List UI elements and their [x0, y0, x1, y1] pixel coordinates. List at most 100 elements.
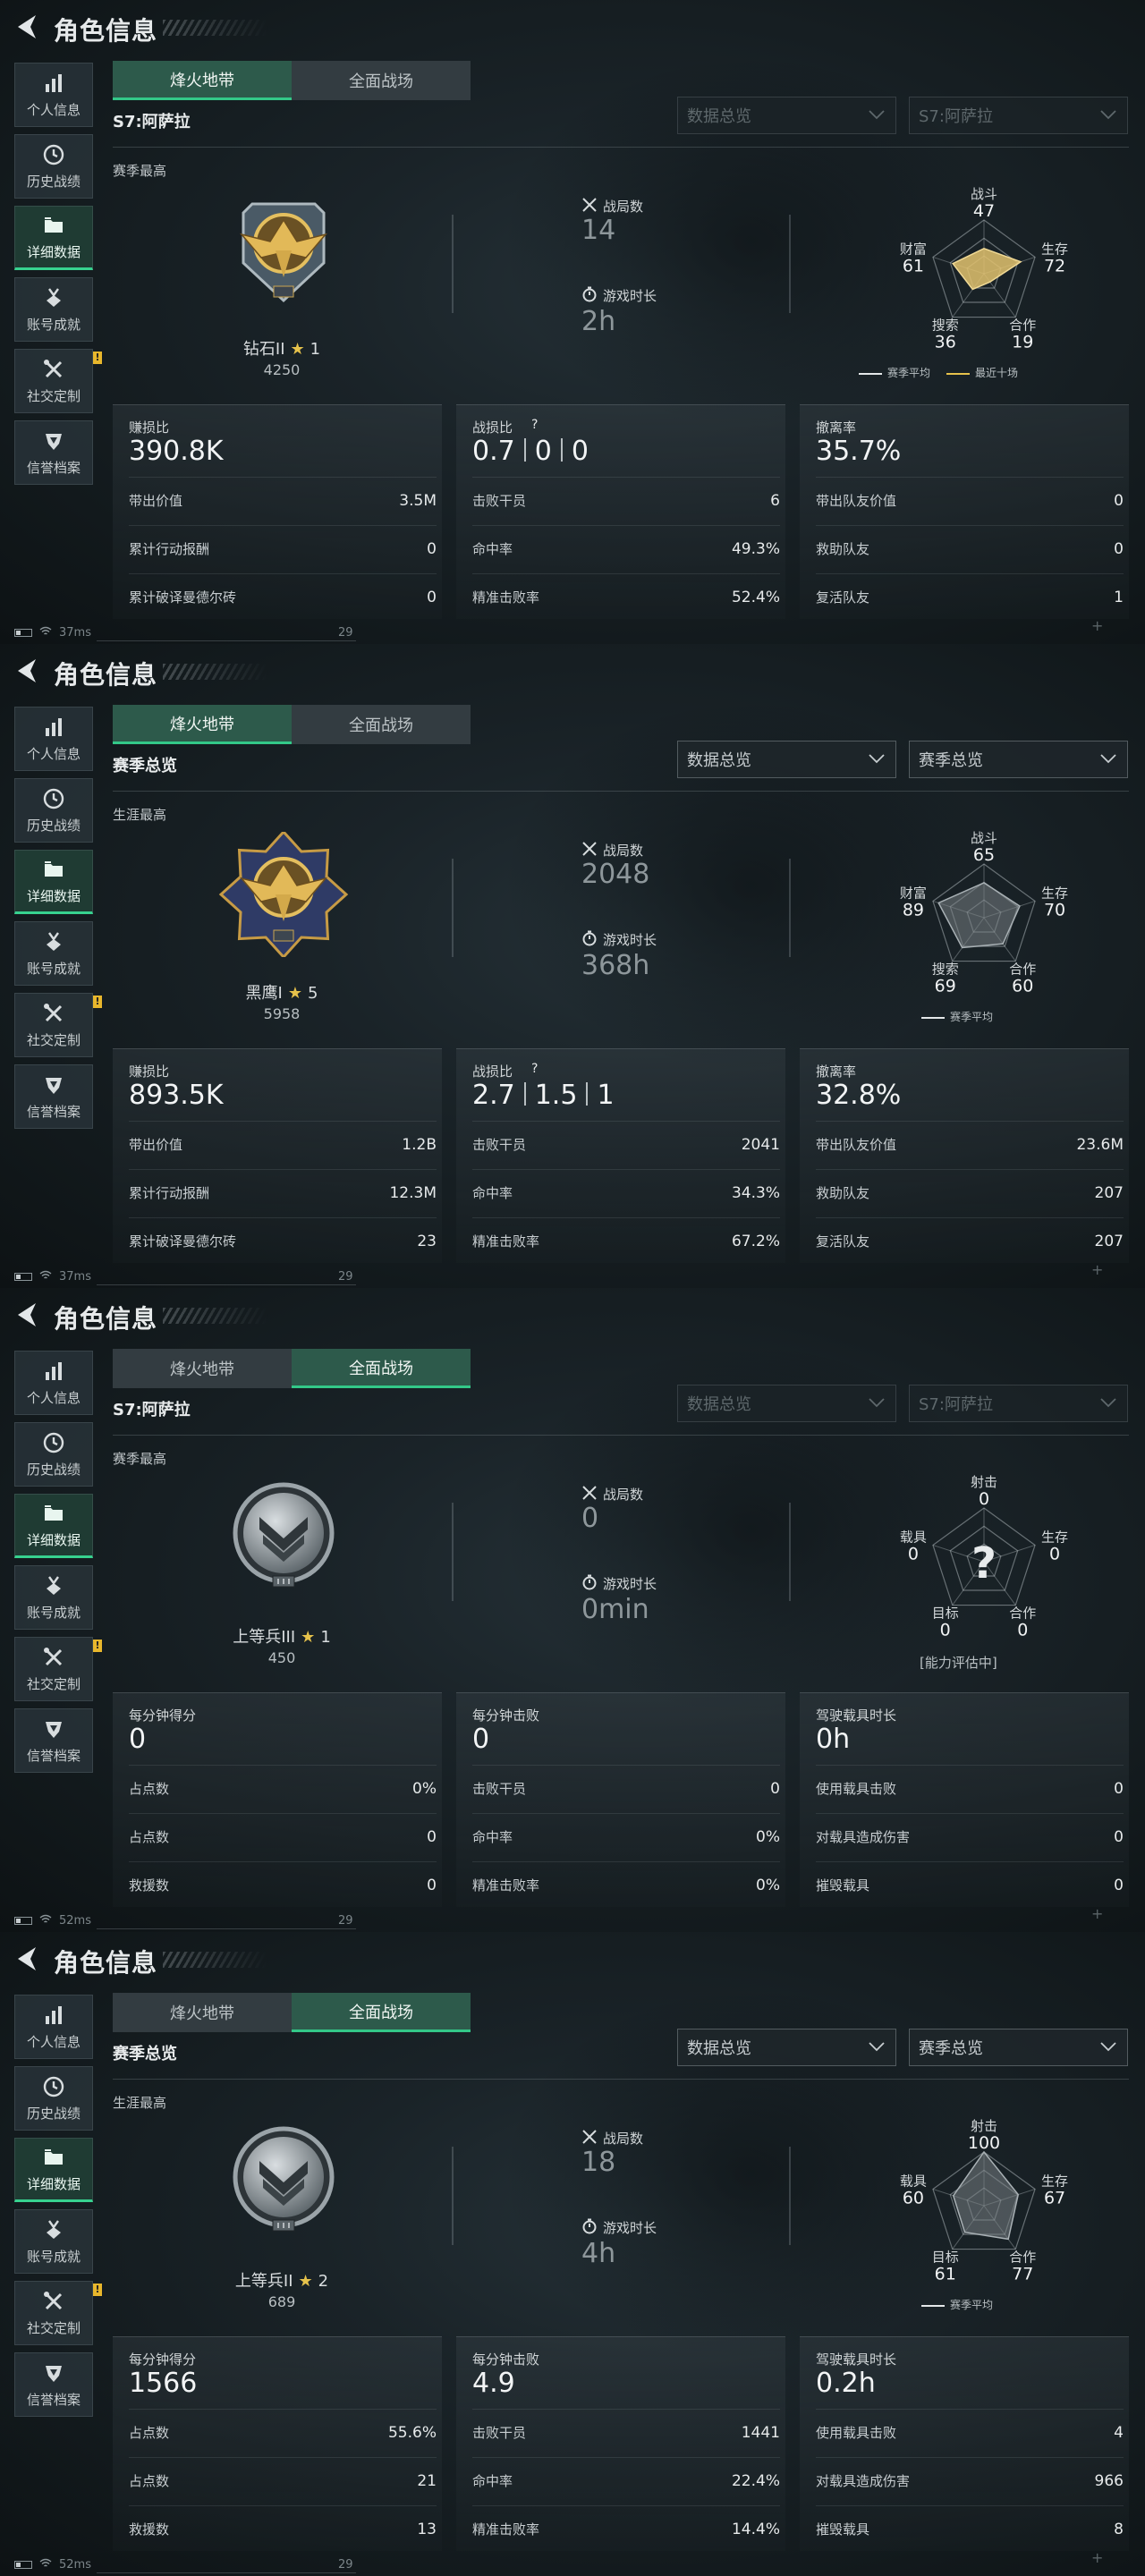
sidebar-item-folder[interactable]: 详细数据 [14, 206, 93, 270]
best-rank-label: 生涯最高 [113, 2095, 167, 2111]
rank-stars: 2 [318, 2272, 329, 2291]
stat-card: 驾驶载具时长 0h 使用载具击败 0 对载具造成伤害 0 摧毁载具 0 [800, 1692, 1129, 1907]
sidebar-item-medal[interactable]: 账号成就 [14, 2209, 93, 2274]
back-arrow-icon[interactable] [13, 1945, 39, 1973]
sidebar-item-clock[interactable]: 历史战绩 [14, 778, 93, 843]
stat-row-label: 击败干员 [472, 2425, 527, 2441]
bar-chart-icon [46, 1361, 62, 1380]
rank-emblem [233, 2126, 335, 2232]
sidebar-item-medal[interactable]: 账号成就 [14, 277, 93, 342]
stat-row-label: 命中率 [472, 1829, 513, 1845]
sidebar-item-bar-chart[interactable]: 个人信息 [14, 63, 93, 127]
sidebar-item-tools[interactable]: 社交定制! [14, 993, 102, 1057]
sidebar-item-shield[interactable]: 信誉档案 [14, 2352, 93, 2417]
radar-axis-label: 射击 [971, 1474, 997, 1490]
sidebar-item-clock[interactable]: 历史战绩 [14, 2066, 93, 2131]
tab-firezone[interactable]: 烽火地带 [113, 61, 292, 100]
sidebar-item-bar-chart[interactable]: 个人信息 [14, 1351, 93, 1415]
sidebar-item-tools[interactable]: 社交定制! [14, 1637, 102, 1701]
radar-shape [952, 2150, 1020, 2241]
sidebar-item-clock[interactable]: 历史战绩 [14, 1422, 93, 1487]
radar-axis-label: 合作 [1009, 1606, 1036, 1622]
data-type-dropdown-value: 数据总览 [687, 107, 751, 126]
season-dropdown[interactable]: S7:阿萨拉 [909, 97, 1128, 134]
sidebar-item-shield[interactable]: 信誉档案 [14, 1708, 93, 1773]
stat-row: 命中率 49.3% [472, 525, 780, 572]
stat-row: 带出队友价值 23.6M [816, 1121, 1124, 1167]
sidebar-item-shield[interactable]: 信誉档案 [14, 420, 93, 485]
sidebar-item-bar-chart[interactable]: 个人信息 [14, 707, 93, 771]
back-arrow-icon[interactable] [13, 1301, 39, 1329]
sidebar-item-folder[interactable]: 详细数据 [14, 2138, 93, 2202]
radar-axis-value: 67 [1044, 2188, 1065, 2207]
card-main-value: 0.2h [816, 2368, 876, 2399]
data-type-dropdown[interactable]: 数据总览 [677, 741, 896, 778]
sidebar-item-clock[interactable]: 历史战绩 [14, 134, 93, 199]
ability-radar-chart: 战斗65 生存70 合作60 搜索69 财富89 [900, 830, 1068, 996]
sidebar-item-folder[interactable]: 详细数据 [14, 850, 93, 914]
divider [789, 1503, 791, 1601]
stat-row-label: 命中率 [472, 541, 513, 557]
tab-fullscale-war[interactable]: 全面战场 [292, 1349, 471, 1388]
tab-fullscale-war[interactable]: 全面战场 [292, 705, 471, 744]
stat-row-label: 占点数 [129, 2425, 170, 2441]
stat-row: 占点数 0 [129, 1813, 437, 1860]
playtime-label: 游戏时长 [603, 1576, 657, 1592]
star-icon: ★ [298, 2272, 313, 2291]
sidebar-item-label: 社交定制 [26, 1031, 81, 1048]
stat-row: 精准击败率 0% [472, 1861, 780, 1908]
sidebar-item-medal[interactable]: 账号成就 [14, 921, 93, 986]
sidebar-item-bar-chart[interactable]: 个人信息 [14, 1995, 93, 2059]
sidebar-item-tools[interactable]: 社交定制! [14, 2281, 102, 2345]
stat-row-value: 0 [427, 1827, 437, 1846]
playtime-value: 0min [581, 1594, 649, 1625]
stat-row-label: 救援数 [129, 2521, 170, 2538]
header: 角色信息 [0, 0, 1145, 57]
stat-row: 使用载具击败 4 [816, 2409, 1124, 2455]
stat-row-value: 0% [412, 1779, 437, 1798]
stat-row-value: 0 [427, 1876, 437, 1894]
rank-name: 上等兵II ★ 2 [179, 2268, 385, 2292]
season-dropdown[interactable]: 赛季总览 [909, 2029, 1128, 2066]
sidebar-item-shield[interactable]: 信誉档案 [14, 1064, 93, 1129]
fps-value: 29 [338, 1914, 353, 1928]
stat-row-label: 救助队友 [816, 1185, 870, 1201]
playtime-value: 4h [581, 2238, 616, 2269]
sidebar-item-medal[interactable]: 账号成就 [14, 1565, 93, 1630]
character-info-panel: 角色信息 个人信息历史战绩详细数据账号成就社交定制! 信誉档案 烽火地带 全面战场… [0, 0, 1145, 644]
divider [97, 640, 356, 641]
stat-row-label: 累计破译曼德尔砖 [129, 589, 237, 606]
stat-row-label: 精准击败率 [472, 589, 540, 606]
sidebar-item-tools[interactable]: 社交定制! [14, 349, 102, 413]
back-arrow-icon[interactable] [13, 657, 39, 685]
help-icon[interactable]: ? [531, 1062, 538, 1076]
radar-axis-value: 70 [1044, 900, 1065, 919]
tab-firezone[interactable]: 烽火地带 [113, 705, 292, 744]
status-bar: 37ms [14, 626, 91, 640]
sidebar-item-label: 信誉档案 [26, 2391, 81, 2408]
header-divider [113, 791, 1129, 792]
clock-icon [43, 2076, 64, 2097]
card-title: 撤离率 [816, 1063, 857, 1080]
back-arrow-icon[interactable] [13, 13, 39, 41]
ping-value: 52ms [59, 2558, 91, 2572]
tab-fullscale-war[interactable]: 全面战场 [292, 1993, 471, 2032]
best-rank-label: 赛季最高 [113, 1451, 167, 1467]
sidebar-item-folder[interactable]: 详细数据 [14, 1494, 93, 1558]
tab-firezone[interactable]: 烽火地带 [113, 1349, 292, 1388]
stat-row-value: 1441 [741, 2423, 780, 2442]
data-type-dropdown[interactable]: 数据总览 [677, 2029, 896, 2066]
stat-row-value: 4 [1114, 2423, 1124, 2442]
data-type-dropdown[interactable]: 数据总览 [677, 97, 896, 134]
tab-fullscale-war[interactable]: 全面战场 [292, 61, 471, 100]
card-main-value: 4.9 [472, 2368, 515, 2399]
folder-icon [45, 2148, 63, 2165]
tab-firezone[interactable]: 烽火地带 [113, 1993, 292, 2032]
stat-row-label: 对载具造成伤害 [816, 1829, 911, 1845]
rank-name: 黑鹰I ★ 5 [179, 980, 385, 1004]
season-dropdown[interactable]: 赛季总览 [909, 741, 1128, 778]
stat-row: 救助队友 207 [816, 1169, 1124, 1216]
season-dropdown[interactable]: S7:阿萨拉 [909, 1385, 1128, 1422]
help-icon[interactable]: ? [531, 418, 538, 432]
data-type-dropdown[interactable]: 数据总览 [677, 1385, 896, 1422]
